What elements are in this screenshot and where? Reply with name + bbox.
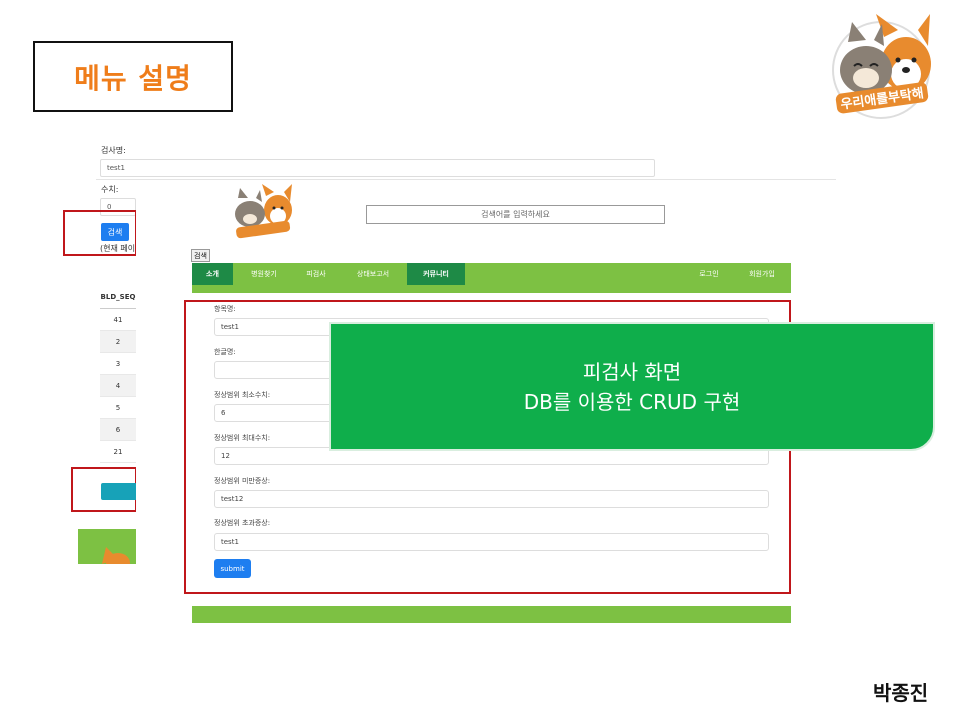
form-label-above-symptom: 정상범위 초과증상: xyxy=(214,519,271,527)
nav-signup[interactable]: 회원가입 xyxy=(738,263,786,285)
table-row[interactable]: 3 xyxy=(100,353,136,375)
form-label-min-normal: 정상범위 최소수치: xyxy=(214,391,271,399)
app-navbar: 소개 병원찾기 피검사 상태보고서 커뮤니티 로그인 회원가입 xyxy=(192,263,791,293)
form-label-korean-name: 한글명: xyxy=(214,348,236,356)
form-input-below-symptom[interactable]: test12 xyxy=(214,490,769,508)
bg-table: 41 2 3 4 5 6 21 xyxy=(100,309,136,463)
nav-item-status-report[interactable]: 상태보고서 xyxy=(345,263,401,285)
table-row[interactable]: 4 xyxy=(100,375,136,397)
form-label-max-normal: 정상범위 최대수치: xyxy=(214,434,271,442)
slide-title: 메뉴 설명 xyxy=(74,61,192,95)
table-row[interactable]: 41 xyxy=(100,309,136,331)
table-row[interactable]: 5 xyxy=(100,397,136,419)
table-row[interactable]: 6 xyxy=(100,419,136,441)
nav-login[interactable]: 로그인 xyxy=(689,263,729,285)
app-search-input[interactable]: 검색어를 입력하세요 xyxy=(366,205,665,224)
bg-highlight-frame-top xyxy=(63,210,137,256)
app-search-button[interactable]: 검색 xyxy=(191,249,210,262)
description-callout: 피검사 화면 DB를 이용한 CRUD 구현 xyxy=(329,322,935,451)
bg-footer-bar xyxy=(78,529,136,573)
nav-item-hospital[interactable]: 병원찾기 xyxy=(242,263,286,285)
nav-item-blood-test[interactable]: 피검사 xyxy=(295,263,337,285)
app-logo[interactable] xyxy=(232,184,294,242)
bg-action-button[interactable] xyxy=(101,483,137,500)
bg-footer-logo-icon xyxy=(102,547,130,573)
nav-item-intro[interactable]: 소개 xyxy=(192,263,233,285)
form-label-item-name: 항목명: xyxy=(214,305,236,313)
bg-field1-label: 검사명: xyxy=(101,146,126,155)
callout-line-1: 피검사 화면 xyxy=(582,359,682,384)
slide-title-box: 메뉴 설명 xyxy=(33,41,233,112)
table-row[interactable]: 21 xyxy=(100,441,136,463)
table-row[interactable]: 2 xyxy=(100,331,136,353)
bg-field2-label: 수치: xyxy=(101,185,119,194)
submit-button[interactable]: submit xyxy=(214,559,251,578)
bg-table-header: BLD_SEQ xyxy=(100,285,136,309)
callout-line-2: DB를 이용한 CRUD 구현 xyxy=(523,389,741,414)
form-input-above-symptom[interactable]: test1 xyxy=(214,533,769,551)
author-name: 박종진 xyxy=(873,681,929,705)
nav-item-community[interactable]: 커뮤니티 xyxy=(407,263,465,285)
bg-field1-input[interactable]: test1 xyxy=(100,159,655,177)
app-footer-bar xyxy=(192,606,791,623)
brand-logo: 우리애를부탁해 xyxy=(826,12,936,122)
form-label-below-symptom: 정상범위 미만증상: xyxy=(214,477,271,485)
